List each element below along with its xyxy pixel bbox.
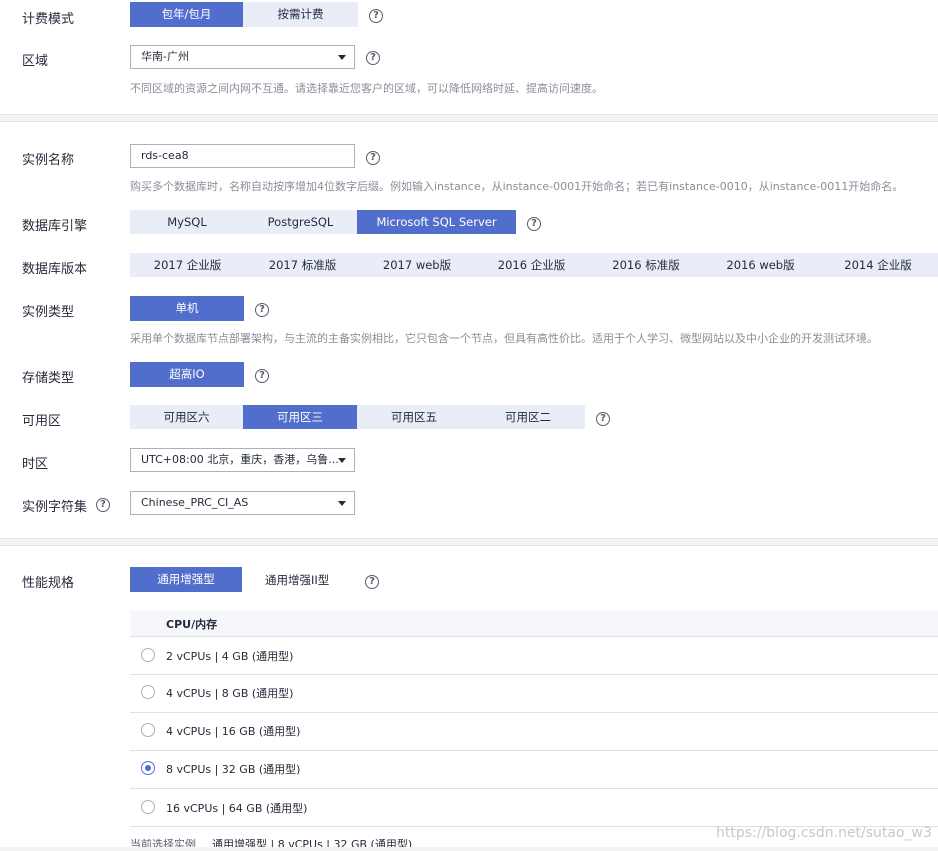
chevron-down-icon	[338, 458, 346, 463]
timezone-label: 时区	[22, 457, 49, 472]
spec-column-header: CPU/内存	[166, 618, 218, 631]
engine-toggle: MySQL PostgreSQL Microsoft SQL Server	[130, 210, 516, 234]
spec-row-label: 16 vCPUs | 64 GB (通用型)	[166, 802, 308, 815]
instance-type-hint: 采用单个数据库节点部署架构，与主流的主备实例相比，它只包含一个节点，但具有高性价…	[130, 332, 878, 345]
section-divider	[0, 114, 938, 122]
section-divider	[0, 538, 938, 546]
version-option[interactable]: 2017 web版	[360, 253, 474, 277]
spec-tab-general-enhanced-ii[interactable]: 通用增强II型	[265, 572, 329, 588]
help-icon[interactable]: ?	[596, 412, 610, 426]
table-row[interactable]: 2 vCPUs | 4 GB (通用型)	[130, 637, 938, 674]
table-row[interactable]: 8 vCPUs | 32 GB (通用型)	[130, 751, 938, 788]
spec-row-label: 8 vCPUs | 32 GB (通用型)	[166, 763, 301, 776]
chevron-down-icon	[338, 501, 346, 506]
chevron-down-icon	[338, 55, 346, 60]
region-label: 区域	[22, 54, 49, 69]
region-hint: 不同区域的资源之间内网不互通。请选择靠近您客户的区域，可以降低网络时延、提高访问…	[130, 82, 603, 95]
help-icon[interactable]: ?	[96, 498, 110, 512]
help-icon[interactable]: ?	[255, 303, 269, 317]
storage-label: 存储类型	[22, 371, 75, 386]
spec-label: 性能规格	[22, 576, 75, 591]
radio-button-selected[interactable]	[141, 761, 155, 775]
radio-button[interactable]	[141, 800, 155, 814]
instance-name-label: 实例名称	[22, 153, 75, 168]
az-toggle: 可用区六 可用区三 可用区五 可用区二	[130, 405, 585, 429]
charset-select-value: Chinese_PRC_CI_AS	[141, 496, 249, 509]
engine-option-postgresql[interactable]: PostgreSQL	[244, 210, 357, 234]
help-icon[interactable]: ?	[369, 9, 383, 23]
engine-option-sqlserver[interactable]: Microsoft SQL Server	[357, 210, 516, 234]
spec-row-label: 2 vCPUs | 4 GB (通用型)	[166, 650, 294, 663]
region-select[interactable]: 华南-广州	[130, 45, 355, 69]
radio-button[interactable]	[141, 648, 155, 662]
az-option-2[interactable]: 可用区二	[471, 405, 585, 429]
billing-option-yearly-monthly[interactable]: 包年/包月	[130, 2, 243, 27]
storage-ultra-io-button[interactable]: 超高IO	[130, 362, 244, 387]
billing-mode-toggle: 包年/包月 按需计费	[130, 2, 358, 27]
help-icon[interactable]: ?	[365, 575, 379, 589]
spec-row-label: 4 vCPUs | 16 GB (通用型)	[166, 725, 301, 738]
table-row[interactable]: 4 vCPUs | 16 GB (通用型)	[130, 713, 938, 750]
instance-name-hint: 购买多个数据库时，名称自动按序增加4位数字后缀。例如输入instance，从in…	[130, 180, 904, 193]
engine-option-mysql[interactable]: MySQL	[130, 210, 244, 234]
billing-option-on-demand[interactable]: 按需计费	[243, 2, 358, 27]
charset-label: 实例字符集	[22, 500, 88, 515]
timezone-select-value: UTC+08:00 北京，重庆，香港，乌鲁...	[141, 453, 339, 466]
az-label: 可用区	[22, 414, 62, 429]
help-icon[interactable]: ?	[366, 51, 380, 65]
az-option-6[interactable]: 可用区六	[130, 405, 243, 429]
engine-label: 数据库引擎	[22, 219, 88, 234]
charset-select[interactable]: Chinese_PRC_CI_AS	[130, 491, 355, 515]
radio-button[interactable]	[141, 723, 155, 737]
instance-name-input[interactable]: rds-cea8	[130, 144, 355, 168]
spec-tab-general-enhanced[interactable]: 通用增强型	[130, 567, 242, 592]
spec-row-label: 4 vCPUs | 8 GB (通用型)	[166, 687, 294, 700]
table-row[interactable]: 4 vCPUs | 8 GB (通用型)	[130, 675, 938, 712]
version-toggle: 2017 企业版 2017 标准版 2017 web版 2016 企业版 201…	[130, 253, 938, 277]
version-option[interactable]: 2014 企业版	[818, 253, 938, 277]
version-option[interactable]: 2016 标准版	[589, 253, 703, 277]
version-option[interactable]: 2016 web版	[703, 253, 818, 277]
help-icon[interactable]: ?	[255, 369, 269, 383]
timezone-select[interactable]: UTC+08:00 北京，重庆，香港，乌鲁...	[130, 448, 355, 472]
region-select-value: 华南-广州	[141, 50, 189, 63]
version-option[interactable]: 2017 标准版	[245, 253, 360, 277]
version-option[interactable]: 2017 企业版	[130, 253, 245, 277]
billing-label: 计费模式	[22, 12, 75, 27]
version-label: 数据库版本	[22, 262, 88, 277]
help-icon[interactable]: ?	[366, 151, 380, 165]
help-icon[interactable]: ?	[527, 217, 541, 231]
watermark-text: https://blog.csdn.net/sutao_w3	[716, 825, 932, 841]
bottom-bar	[0, 847, 938, 851]
radio-button[interactable]	[141, 685, 155, 699]
az-option-3[interactable]: 可用区三	[243, 405, 357, 429]
table-row[interactable]: 16 vCPUs | 64 GB (通用型)	[130, 789, 938, 826]
instance-type-label: 实例类型	[22, 305, 75, 320]
spec-table-header: CPU/内存	[130, 610, 938, 636]
instance-type-single-button[interactable]: 单机	[130, 296, 244, 321]
az-option-5[interactable]: 可用区五	[357, 405, 471, 429]
version-option[interactable]: 2016 企业版	[474, 253, 589, 277]
